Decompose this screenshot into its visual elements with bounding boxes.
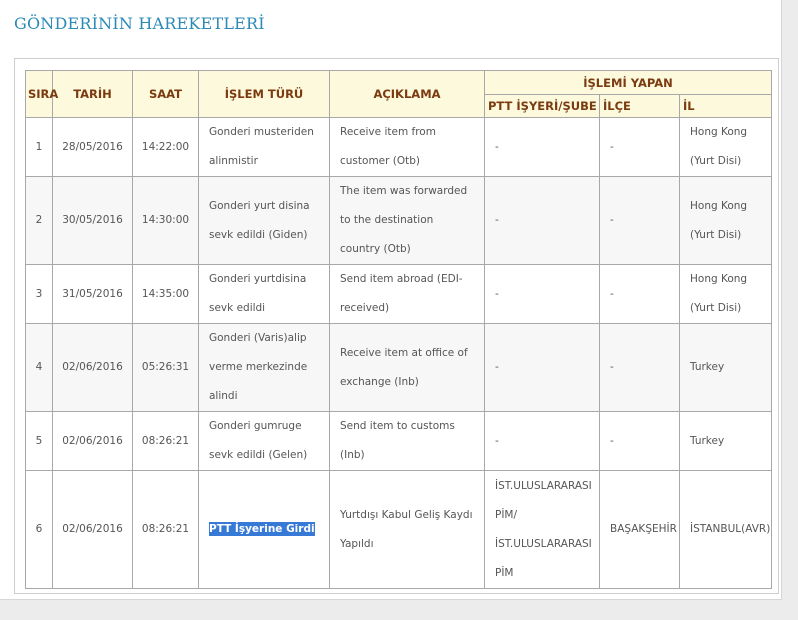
cell-sira: 1 <box>25 117 53 177</box>
cell-ptt-isyeri: - <box>484 323 600 412</box>
cell-il: İSTANBUL(AVR) <box>679 470 772 589</box>
selected-text[interactable]: PTT İşyerine Girdi <box>209 522 315 536</box>
table-row: 6 02/06/2016 08:26:21 PTT İşyerine Girdi… <box>25 470 772 589</box>
cell-tarih: 30/05/2016 <box>52 176 133 265</box>
cell-ptt-isyeri: - <box>484 117 600 177</box>
header-tarih: TARİH <box>52 70 133 118</box>
cell-tarih: 02/06/2016 <box>52 323 133 412</box>
cell-il: Hong Kong (Yurt Disi) <box>679 264 772 324</box>
cell-ilce: - <box>599 264 680 324</box>
header-ptt-isyeri: PTT İŞYERİ/ŞUBE <box>484 94 600 118</box>
header-saat: SAAT <box>132 70 199 118</box>
cell-sira: 3 <box>25 264 53 324</box>
cell-saat: 14:22:00 <box>132 117 199 177</box>
cell-aciklama: Yurtdışı Kabul Geliş Kaydı Yapıldı <box>329 470 485 589</box>
cell-ptt-isyeri: - <box>484 176 600 265</box>
page-title: GÖNDERİNİN HAREKETLERİ <box>14 14 265 33</box>
header-ilce: İLÇE <box>599 94 680 118</box>
cell-tarih: 02/06/2016 <box>52 470 133 589</box>
cell-ilce: - <box>599 176 680 265</box>
cell-aciklama: Send item abroad (EDI-received) <box>329 264 485 324</box>
cell-saat: 14:30:00 <box>132 176 199 265</box>
cell-sira: 2 <box>25 176 53 265</box>
cell-tarih: 28/05/2016 <box>52 117 133 177</box>
header-il: İL <box>679 94 772 118</box>
cell-tarih: 02/06/2016 <box>52 411 133 471</box>
cell-islem-turu: Gonderi gumruge sevk edildi (Gelen) <box>198 411 330 471</box>
cell-islem-turu: Gonderi yurtdisina sevk edildi <box>198 264 330 324</box>
cell-tarih: 31/05/2016 <box>52 264 133 324</box>
cell-saat: 08:26:21 <box>132 470 199 589</box>
cell-saat: 08:26:21 <box>132 411 199 471</box>
cell-aciklama: Send item to customs (Inb) <box>329 411 485 471</box>
cell-aciklama: Receive item at office of exchange (Inb) <box>329 323 485 412</box>
header-sira: SIRA <box>25 70 58 118</box>
cell-il: Turkey <box>679 323 772 412</box>
cell-ptt-isyeri: İST.ULUSLARARASI PİM/ İST.ULUSLARARASI P… <box>484 470 600 589</box>
table-row: 3 31/05/2016 14:35:00 Gonderi yurtdisina… <box>25 264 772 324</box>
cell-ilce: BAŞAKŞEHİR <box>599 470 680 589</box>
header-islem-turu: İŞLEM TÜRÜ <box>198 70 330 118</box>
cell-sira: 6 <box>25 470 53 589</box>
cell-ilce: - <box>599 411 680 471</box>
cell-aciklama: Receive item from customer (Otb) <box>329 117 485 177</box>
cell-ilce: - <box>599 117 680 177</box>
cell-islem-turu: Gonderi (Varis)alip verme merkezinde ali… <box>198 323 330 412</box>
table-row: 2 30/05/2016 14:30:00 Gonderi yurt disin… <box>25 176 772 265</box>
cell-islem-turu: Gonderi musteriden alinmistir <box>198 117 330 177</box>
cell-ptt-isyeri: - <box>484 264 600 324</box>
cell-aciklama: The item was forwarded to the destinatio… <box>329 176 485 265</box>
content-panel: GÖNDERİNİN HAREKETLERİ SIRA TARİH SAAT İ… <box>0 0 782 600</box>
table-row: 4 02/06/2016 05:26:31 Gonderi (Varis)ali… <box>25 323 772 412</box>
table-row: 5 02/06/2016 08:26:21 Gonderi gumruge se… <box>25 411 772 471</box>
cell-sira: 4 <box>25 323 53 412</box>
header-aciklama: AÇIKLAMA <box>329 70 485 118</box>
cell-il: Turkey <box>679 411 772 471</box>
cell-islem-turu: PTT İşyerine Girdi <box>198 470 330 589</box>
cell-ptt-isyeri: - <box>484 411 600 471</box>
table-row: 1 28/05/2016 14:22:00 Gonderi musteriden… <box>25 117 772 177</box>
cell-il: Hong Kong (Yurt Disi) <box>679 117 772 177</box>
cell-saat: 05:26:31 <box>132 323 199 412</box>
cell-islem-turu: Gonderi yurt disina sevk edildi (Giden) <box>198 176 330 265</box>
cell-sira: 5 <box>25 411 53 471</box>
shipment-movements-table: SIRA TARİH SAAT İŞLEM TÜRÜ AÇIKLAMA İŞLE… <box>25 70 772 589</box>
cell-il: Hong Kong (Yurt Disi) <box>679 176 772 265</box>
cell-ilce: - <box>599 323 680 412</box>
cell-saat: 14:35:00 <box>132 264 199 324</box>
header-islemi-yapan: İŞLEMİ YAPAN <box>484 70 772 95</box>
